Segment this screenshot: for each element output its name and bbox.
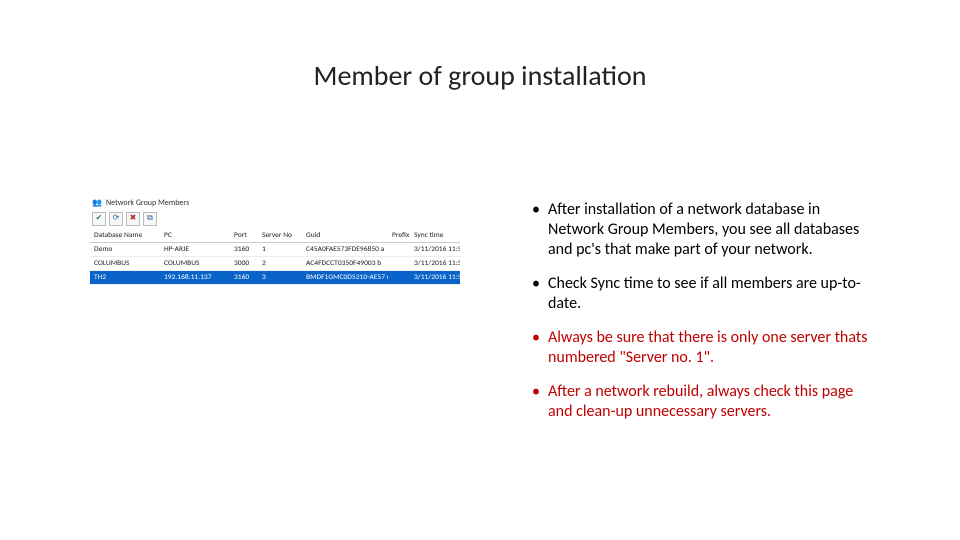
table-row[interactable]: COLUMBUSCOLUMBUS30002AC4FDCCT0350F49003 … bbox=[90, 257, 460, 271]
members-table: Database Name PC Port Server No Guid Pre… bbox=[90, 229, 460, 285]
group-icon: 👥 bbox=[92, 199, 102, 209]
cell-pc: HP-ARJE bbox=[160, 243, 230, 257]
cell-pc: COLUMBUS bbox=[160, 257, 230, 271]
cell-guid: C45A0FAE573FDE96850 a bbox=[302, 243, 388, 257]
cell-srv: 1 bbox=[258, 243, 302, 257]
bullet-item: After a network rebuild, always check th… bbox=[530, 382, 870, 422]
refresh-icon[interactable]: ⟳ bbox=[109, 212, 123, 226]
page-title: Member of group installation bbox=[0, 58, 960, 93]
col-sync: Sync time bbox=[410, 229, 460, 243]
delete-icon[interactable]: ✖ bbox=[126, 212, 140, 226]
cell-pc: 192.168.11.137 bbox=[160, 271, 230, 285]
cell-srv: 3 bbox=[258, 271, 302, 285]
cell-guid: BMDF1GMC0D5210-AE57 c bbox=[302, 271, 388, 285]
table-header: Database Name PC Port Server No Guid Pre… bbox=[90, 229, 460, 243]
col-guid: Guid bbox=[302, 229, 388, 243]
col-db: Database Name bbox=[90, 229, 160, 243]
cell-sync: 3/11/2016 11:52:50 AM bbox=[410, 271, 460, 285]
cell-port: 3000 bbox=[230, 257, 258, 271]
screenshot-panel: 👥 Network Group Members ✔ ⟳ ✖ ⧉ Database… bbox=[90, 198, 460, 285]
cell-port: 3160 bbox=[230, 243, 258, 257]
cell-prefix bbox=[388, 243, 410, 257]
cell-db: Demo bbox=[90, 243, 160, 257]
col-srv: Server No bbox=[258, 229, 302, 243]
cell-db: COLUMBUS bbox=[90, 257, 160, 271]
cell-sync: 3/11/2016 11:55:07 AM bbox=[410, 257, 460, 271]
window-header: 👥 Network Group Members bbox=[90, 198, 460, 212]
cell-prefix bbox=[388, 257, 410, 271]
col-prefix: Prefix bbox=[388, 229, 410, 243]
table-row[interactable]: TH2192.168.11.13731603BMDF1GMC0D5210-AE5… bbox=[90, 271, 460, 285]
cell-db: TH2 bbox=[90, 271, 160, 285]
window-title: Network Group Members bbox=[106, 199, 189, 209]
cell-guid: AC4FDCCT0350F49003 b bbox=[302, 257, 388, 271]
copy-icon[interactable]: ⧉ bbox=[143, 212, 157, 226]
cell-srv: 2 bbox=[258, 257, 302, 271]
bullet-item: After installation of a network database… bbox=[530, 200, 870, 260]
toolbar: ✔ ⟳ ✖ ⧉ bbox=[90, 212, 460, 229]
bullet-item: Check Sync time to see if all members ar… bbox=[530, 274, 870, 314]
bullet-list: After installation of a network database… bbox=[530, 200, 870, 436]
col-port: Port bbox=[230, 229, 258, 243]
bullet-item: Always be sure that there is only one se… bbox=[530, 328, 870, 368]
check-icon[interactable]: ✔ bbox=[92, 212, 106, 226]
col-pc: PC bbox=[160, 229, 230, 243]
cell-prefix bbox=[388, 271, 410, 285]
table-row[interactable]: DemoHP-ARJE31601C45A0FAE573FDE96850 a 3/1… bbox=[90, 243, 460, 257]
cell-sync: 3/11/2016 11:54:24 AM bbox=[410, 243, 460, 257]
cell-port: 3160 bbox=[230, 271, 258, 285]
